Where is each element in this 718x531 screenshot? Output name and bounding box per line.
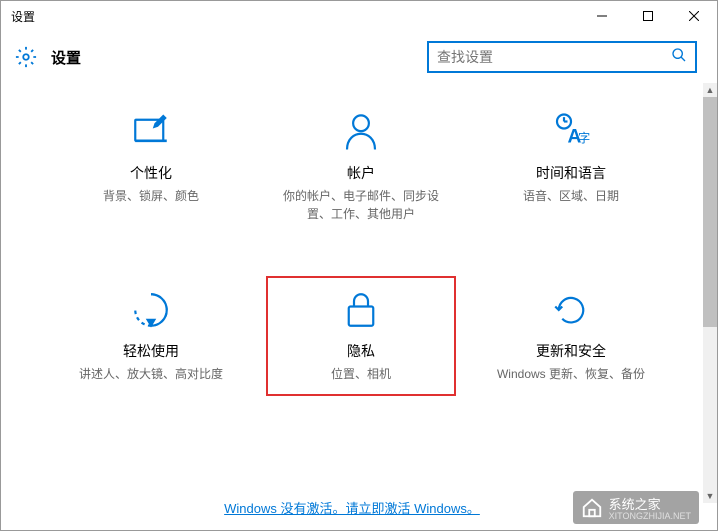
gear-icon [15,46,37,68]
titlebar: 设置 [1,1,717,31]
time-language-icon: A 字 [550,111,592,153]
tile-accounts[interactable]: 帐户 你的帐户、电子邮件、同步设置、工作、其他用户 [271,103,451,231]
watermark-url: XITONGZHIJIA.NET [609,511,691,521]
tile-title: 更新和安全 [536,341,606,361]
tile-personalization[interactable]: 个性化 背景、锁屏、颜色 [61,103,241,231]
tile-ease-of-access[interactable]: 轻松使用 讲述人、放大镜、高对比度 [61,281,241,391]
header: 设置 [1,31,717,83]
tile-desc: 位置、相机 [331,365,391,383]
tile-title: 轻松使用 [123,341,179,361]
lock-icon [340,289,382,331]
tile-title: 帐户 [347,163,375,183]
watermark: 系统之家 XITONGZHIJIA.NET [573,491,699,524]
tile-desc: 背景、锁屏、颜色 [103,187,199,205]
tile-update-security[interactable]: 更新和安全 Windows 更新、恢复、备份 [481,281,661,391]
window-controls [579,1,717,31]
tile-time-language[interactable]: A 字 时间和语言 语音、区域、日期 [481,103,661,231]
scrollbar[interactable]: ▲ ▼ [703,83,717,503]
tiles-grid: 个性化 背景、锁屏、颜色 帐户 你的帐户、电子邮件、同步设置、工作、其他用户 A… [61,103,687,391]
search-input[interactable] [437,49,671,65]
tile-title: 时间和语言 [536,163,606,183]
tile-title: 隐私 [347,341,375,361]
maximize-button[interactable] [625,1,671,31]
search-box[interactable] [427,41,697,73]
close-button[interactable] [671,1,717,31]
scrollbar-thumb[interactable] [703,97,717,327]
tile-title: 个性化 [130,163,172,183]
update-icon [550,289,592,331]
tile-desc: 语音、区域、日期 [523,187,619,205]
activate-windows-link[interactable]: Windows 没有激活。请立即激活 Windows。 [224,501,480,516]
ease-of-access-icon [130,289,172,331]
scrollbar-up-arrow[interactable]: ▲ [703,83,717,97]
search-icon [671,47,687,68]
tile-privacy[interactable]: 隐私 位置、相机 [271,281,451,391]
tile-desc: 你的帐户、电子邮件、同步设置、工作、其他用户 [281,187,441,223]
tile-desc: Windows 更新、恢复、备份 [497,365,645,383]
content-area: 个性化 背景、锁屏、颜色 帐户 你的帐户、电子邮件、同步设置、工作、其他用户 A… [1,83,717,503]
svg-text:字: 字 [578,131,590,146]
personalization-icon [130,111,172,153]
minimize-button[interactable] [579,1,625,31]
house-icon [581,497,603,519]
tile-desc: 讲述人、放大镜、高对比度 [79,365,223,383]
accounts-icon [340,111,382,153]
scrollbar-down-arrow[interactable]: ▼ [703,489,717,503]
window-title: 设置 [11,8,579,25]
page-title: 设置 [51,47,413,68]
